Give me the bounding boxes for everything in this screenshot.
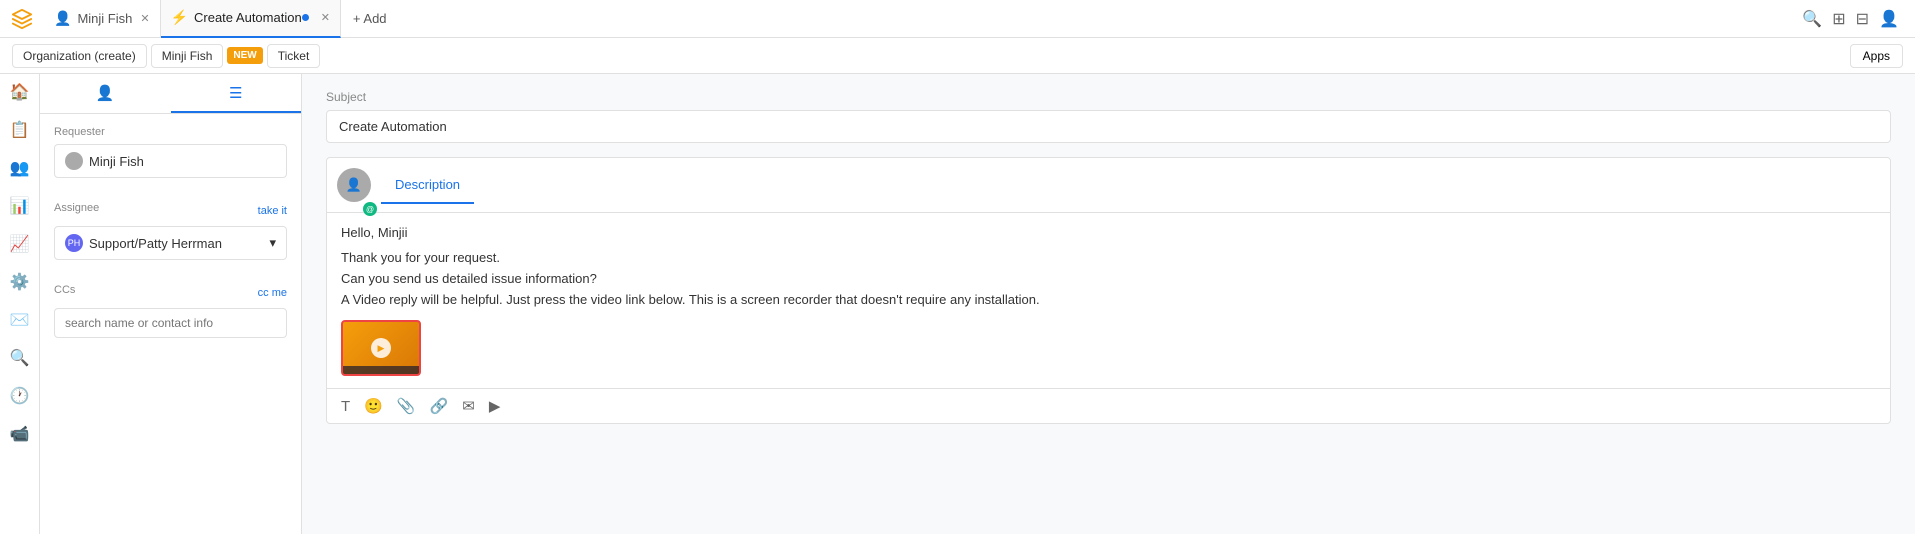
- editor-body[interactable]: Hello, Minjii Thank you for your request…: [327, 213, 1890, 388]
- ccs-section: CCs cc me: [40, 272, 301, 350]
- toolbar-text-icon[interactable]: T: [341, 398, 350, 415]
- editor-tab-description[interactable]: Description: [381, 167, 474, 204]
- apps-grid-icon[interactable]: ⊟: [1856, 9, 1869, 29]
- nav-mail-icon[interactable]: ✉️: [10, 310, 30, 330]
- tab-label: Minji Fish: [77, 11, 132, 26]
- requester-avatar: [65, 152, 83, 170]
- ccs-label: CCs: [54, 284, 75, 296]
- add-tab-label: + Add: [353, 11, 387, 26]
- top-bar: 👤 Minji Fish ✕ ⚡ Create Automation ✕ + A…: [0, 0, 1915, 38]
- chevron-down-icon: ▾: [269, 235, 276, 251]
- editor-body-text: Thank you for your request. Can you send…: [341, 248, 1876, 310]
- assignee-left: PH Support/Patty Herrman: [65, 234, 222, 252]
- video-progress-bar: [343, 366, 419, 374]
- panel-tabs: 👤 ☰: [40, 74, 301, 114]
- nav-home-icon[interactable]: 🏠: [10, 82, 30, 102]
- app-logo: [8, 5, 36, 33]
- nav-settings-icon[interactable]: ⚙️: [10, 272, 30, 292]
- editor-avatar: 👤: [337, 168, 371, 202]
- assignee-section: Assignee take it PH Support/Patty Herrma…: [40, 190, 301, 272]
- take-it-link[interactable]: take it: [258, 205, 287, 217]
- search-icon[interactable]: 🔍: [1802, 9, 1822, 29]
- body-line-3: A Video reply will be helpful. Just pres…: [341, 292, 1040, 307]
- video-play-icon: ▶: [371, 338, 391, 358]
- tab-minji-fish[interactable]: 👤 Minji Fish ✕: [44, 0, 161, 38]
- add-tab-button[interactable]: + Add: [341, 0, 399, 38]
- editor-header: 👤 @ Description: [327, 158, 1890, 213]
- tab-close-minji-fish[interactable]: ✕: [140, 12, 149, 25]
- requester-section: Requester Minji Fish: [40, 114, 301, 190]
- person-tab-icon: 👤: [96, 84, 115, 102]
- grid-icon[interactable]: ⊞: [1832, 9, 1845, 29]
- nav-video-icon[interactable]: 📹: [10, 424, 30, 444]
- assignee-label: Assignee: [54, 202, 99, 214]
- tab-create-automation[interactable]: ⚡ Create Automation ✕: [161, 0, 341, 38]
- breadcrumb-org-create[interactable]: Organization (create): [12, 44, 147, 68]
- toolbar-email-icon[interactable]: ✉: [462, 397, 475, 415]
- tab-unsaved-dot: [302, 14, 309, 21]
- mention-badge: @: [363, 202, 377, 216]
- assignee-value: Support/Patty Herrman: [89, 236, 222, 251]
- panel-left: 👤 ☰ Requester Minji Fish Assignee take i…: [40, 74, 302, 534]
- breadcrumb-right: Apps: [1850, 44, 1903, 68]
- cc-me-link[interactable]: cc me: [258, 287, 287, 299]
- panel-tab-details[interactable]: ☰: [171, 74, 302, 113]
- details-tab-icon: ☰: [229, 84, 242, 102]
- tab-label: Create Automation: [194, 10, 302, 25]
- nav-search-icon[interactable]: 🔍: [10, 348, 30, 368]
- requester-field[interactable]: Minji Fish: [54, 144, 287, 178]
- toolbar-attach-icon[interactable]: 📎: [397, 397, 416, 415]
- toolbar-link-icon[interactable]: 🔗: [430, 397, 449, 415]
- automation-icon: ⚡: [171, 9, 188, 26]
- assignee-row: Assignee take it: [54, 202, 287, 220]
- body-line-2: Can you send us detailed issue informati…: [341, 271, 597, 286]
- assignee-select[interactable]: PH Support/Patty Herrman ▾: [54, 226, 287, 260]
- video-thumbnail[interactable]: ▶: [341, 320, 421, 376]
- nav-contacts-icon[interactable]: 👥: [10, 158, 30, 178]
- tab-close-automation[interactable]: ✕: [321, 11, 330, 24]
- user-avatar-icon[interactable]: 👤: [1879, 9, 1899, 29]
- main-layout: 🏠 📋 👥 📊 📈 ⚙️ ✉️ 🔍 🕐 📹 👤 ☰ Requester Minj…: [0, 74, 1915, 534]
- person-icon: 👤: [54, 10, 71, 27]
- body-line-1: Thank you for your request.: [341, 250, 500, 265]
- breadcrumb-bar: Organization (create) Minji Fish NEW Tic…: [0, 38, 1915, 74]
- nav-inbox-icon[interactable]: 📋: [10, 120, 30, 140]
- editor-tabs: Description: [381, 167, 474, 204]
- toolbar-video-icon[interactable]: ▶: [489, 397, 501, 415]
- editor-toolbar: T 🙂 📎 🔗 ✉ ▶: [327, 388, 1890, 423]
- assignee-initials: PH: [68, 238, 81, 248]
- subject-label: Subject: [326, 90, 1891, 104]
- top-bar-right: 🔍 ⊞ ⊟ 👤: [1802, 9, 1907, 29]
- ccs-input[interactable]: [54, 308, 287, 338]
- ccs-row: CCs cc me: [54, 284, 287, 302]
- nav-reports-icon[interactable]: 📊: [10, 196, 30, 216]
- breadcrumb-new-badge: NEW: [227, 47, 262, 64]
- subject-value: Create Automation: [326, 110, 1891, 143]
- nav-analytics-icon[interactable]: 📈: [10, 234, 30, 254]
- editor-container: 👤 @ Description Hello, Minjii Thank you …: [326, 157, 1891, 424]
- toolbar-emoji-icon[interactable]: 🙂: [364, 397, 383, 415]
- apps-button[interactable]: Apps: [1850, 44, 1903, 68]
- editor-avatar-wrapper: 👤 @: [327, 158, 381, 212]
- nav-clock-icon[interactable]: 🕐: [10, 386, 30, 406]
- requester-value: Minji Fish: [89, 154, 144, 169]
- editor-tab-label: Description: [395, 177, 460, 192]
- requester-label: Requester: [54, 126, 287, 138]
- breadcrumb-ticket[interactable]: Ticket: [267, 44, 321, 68]
- main-content: Subject Create Automation 👤 @ Descriptio…: [302, 74, 1915, 534]
- assignee-avatar: PH: [65, 234, 83, 252]
- panel-tab-person[interactable]: 👤: [40, 74, 171, 113]
- breadcrumb-minji-fish[interactable]: Minji Fish: [151, 44, 224, 68]
- left-nav: 🏠 📋 👥 📊 📈 ⚙️ ✉️ 🔍 🕐 📹: [0, 74, 40, 534]
- editor-greeting: Hello, Minjii: [341, 225, 1876, 240]
